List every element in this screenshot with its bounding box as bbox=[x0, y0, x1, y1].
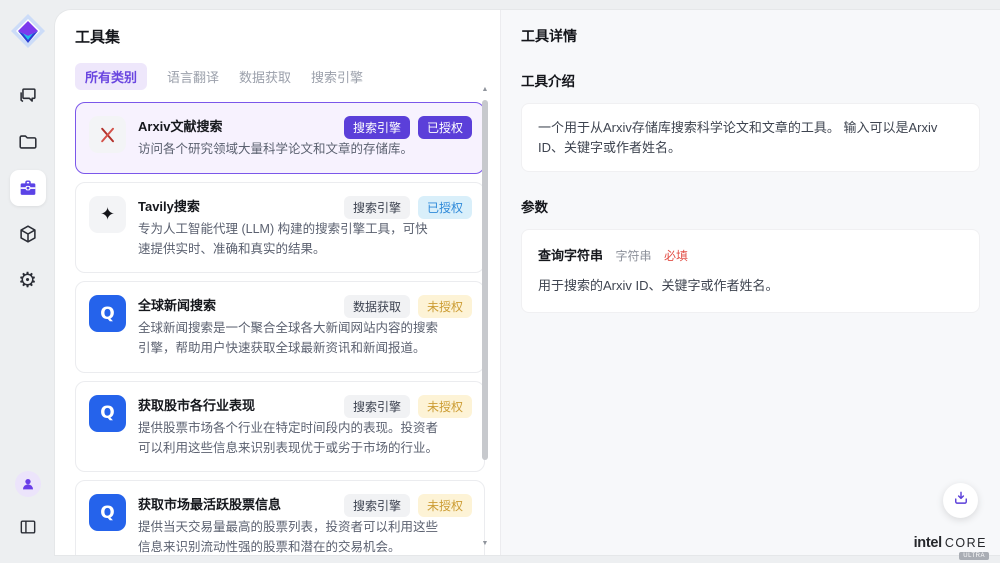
tool-card[interactable]: Arxiv文献搜索访问各个研究领域大量科学论文和文章的存储库。搜索引擎已授权 bbox=[75, 102, 485, 174]
param-type: 字符串 bbox=[615, 249, 651, 263]
q-search-icon: Q bbox=[89, 295, 126, 332]
intro-text: 一个用于从Arxiv存储库搜索科学论文和文章的工具。 输入可以是Arxiv ID… bbox=[538, 118, 963, 157]
tool-auth-tag: 未授权 bbox=[418, 494, 472, 517]
sidebar-item-settings[interactable]: ⚙ bbox=[10, 262, 46, 298]
core-badge: Ultra bbox=[959, 552, 989, 560]
sidebar-item-files[interactable] bbox=[10, 124, 46, 160]
download-icon bbox=[952, 489, 970, 512]
tool-desc: 访问各个研究领域大量科学论文和文章的存储库。 bbox=[138, 140, 438, 160]
tool-desc: 提供股票市场各个行业在特定时间段内的表现。投资者可以利用这些信息来识别表现优于或… bbox=[138, 419, 438, 459]
tool-category-tag: 搜索引擎 bbox=[344, 196, 410, 219]
tool-category-tag: 数据获取 bbox=[344, 295, 410, 318]
download-button[interactable] bbox=[943, 483, 978, 518]
tool-auth-tag: 未授权 bbox=[418, 295, 472, 318]
detail-title: 工具详情 bbox=[521, 26, 980, 46]
scroll-up-icon[interactable]: ▲ bbox=[480, 86, 490, 93]
intel-wordmark: intel bbox=[914, 535, 942, 551]
toolset-title: 工具集 bbox=[75, 26, 466, 47]
tool-tags: 搜索引擎未授权 bbox=[344, 494, 472, 517]
intro-heading: 工具介绍 bbox=[521, 70, 980, 90]
sidebar-item-chat[interactable] bbox=[10, 78, 46, 114]
q-search-icon: Q bbox=[89, 395, 126, 432]
main-panel: 工具集 所有类别语言翻译数据获取搜索引擎 Arxiv文献搜索访问各个研究领域大量… bbox=[55, 10, 1000, 555]
gear-icon: ⚙ bbox=[18, 270, 37, 291]
scrollbar-thumb[interactable] bbox=[482, 100, 488, 460]
tool-auth-tag: 已授权 bbox=[418, 196, 472, 219]
tool-card[interactable]: ✦Tavily搜索专为人工智能代理 (LLM) 构建的搜索引擎工具，可快速提供实… bbox=[75, 182, 485, 274]
tool-tags: 搜索引擎已授权 bbox=[344, 116, 472, 139]
tool-card[interactable]: Q获取市场最活跃股票信息提供当天交易量最高的股票列表，投资者可以利用这些信息来识… bbox=[75, 480, 485, 555]
category-tabs: 所有类别语言翻译数据获取搜索引擎 bbox=[75, 63, 466, 90]
tool-desc: 提供当天交易量最高的股票列表，投资者可以利用这些信息来识别流动性强的股票和潜在的… bbox=[138, 518, 438, 555]
category-tab[interactable]: 数据获取 bbox=[239, 63, 291, 90]
category-tab[interactable]: 搜索引擎 bbox=[311, 63, 363, 90]
list-scrollbar[interactable]: ▲ ▼ bbox=[480, 86, 490, 547]
param-required-badge: 必填 bbox=[664, 249, 688, 263]
user-avatar[interactable] bbox=[15, 471, 41, 497]
tool-category-tag: 搜索引擎 bbox=[344, 494, 410, 517]
tool-desc: 全球新闻搜索是一个聚合全球各大新闻网站内容的搜索引擎，帮助用户快速获取全球最新资… bbox=[138, 319, 438, 359]
param-name: 查询字符串 bbox=[538, 248, 603, 263]
sidebar-item-toolbox[interactable] bbox=[10, 170, 46, 206]
tool-tags: 搜索引擎已授权 bbox=[344, 196, 472, 219]
intel-core-logo: intel core Ultra bbox=[914, 535, 987, 551]
panel-layout-icon bbox=[18, 517, 38, 537]
tool-tags: 数据获取未授权 bbox=[344, 295, 472, 318]
tool-tags: 搜索引擎未授权 bbox=[344, 395, 472, 418]
category-tab[interactable]: 语言翻译 bbox=[167, 63, 219, 90]
tool-card[interactable]: Q全球新闻搜索全球新闻搜索是一个聚合全球各大新闻网站内容的搜索引擎，帮助用户快速… bbox=[75, 281, 485, 373]
app-root: ⚙ 工具集 所有类别语言翻译数据获取搜索引擎 Arxiv文献搜索访问各个研究领域… bbox=[0, 0, 1000, 563]
tool-category-tag: 搜索引擎 bbox=[344, 116, 410, 139]
tool-category-tag: 搜索引擎 bbox=[344, 395, 410, 418]
param-card: 查询字符串 字符串 必填 用于搜索的Arxiv ID、关键字或作者姓名。 bbox=[521, 229, 980, 313]
tool-cards-list: Arxiv文献搜索访问各个研究领域大量科学论文和文章的存储库。搜索引擎已授权 ✦T… bbox=[75, 102, 485, 555]
sidebar-item-models[interactable] bbox=[10, 216, 46, 252]
tool-card[interactable]: Q获取股市各行业表现提供股票市场各个行业在特定时间段内的表现。投资者可以利用这些… bbox=[75, 381, 485, 473]
q-search-icon: Q bbox=[89, 494, 126, 531]
tool-desc: 专为人工智能代理 (LLM) 构建的搜索引擎工具，可快速提供实时、准确和真实的结… bbox=[138, 220, 438, 260]
arxiv-icon bbox=[89, 116, 126, 153]
tool-auth-tag: 已授权 bbox=[418, 116, 472, 139]
toolbox-icon bbox=[17, 177, 39, 199]
param-header: 查询字符串 字符串 必填 bbox=[538, 245, 963, 265]
chat-icon bbox=[17, 85, 39, 107]
category-tab[interactable]: 所有类别 bbox=[75, 63, 147, 90]
param-desc: 用于搜索的Arxiv ID、关键字或作者姓名。 bbox=[538, 275, 963, 294]
folder-icon bbox=[17, 131, 39, 153]
toolset-list-panel: 工具集 所有类别语言翻译数据获取搜索引擎 Arxiv文献搜索访问各个研究领域大量… bbox=[55, 10, 500, 555]
collapse-panel-button[interactable] bbox=[10, 509, 46, 545]
icon-rail: ⚙ bbox=[0, 0, 55, 555]
params-heading: 参数 bbox=[521, 196, 980, 216]
scroll-down-icon[interactable]: ▼ bbox=[480, 540, 490, 547]
star-icon: ✦ bbox=[89, 196, 126, 233]
core-wordmark: core Ultra bbox=[945, 536, 987, 550]
cube-icon bbox=[17, 223, 39, 245]
app-logo-icon bbox=[9, 12, 47, 50]
intro-card: 一个用于从Arxiv存储库搜索科学论文和文章的工具。 输入可以是Arxiv ID… bbox=[521, 103, 980, 172]
tool-detail-panel: 工具详情 工具介绍 一个用于从Arxiv存储库搜索科学论文和文章的工具。 输入可… bbox=[500, 10, 1000, 555]
tool-auth-tag: 未授权 bbox=[418, 395, 472, 418]
